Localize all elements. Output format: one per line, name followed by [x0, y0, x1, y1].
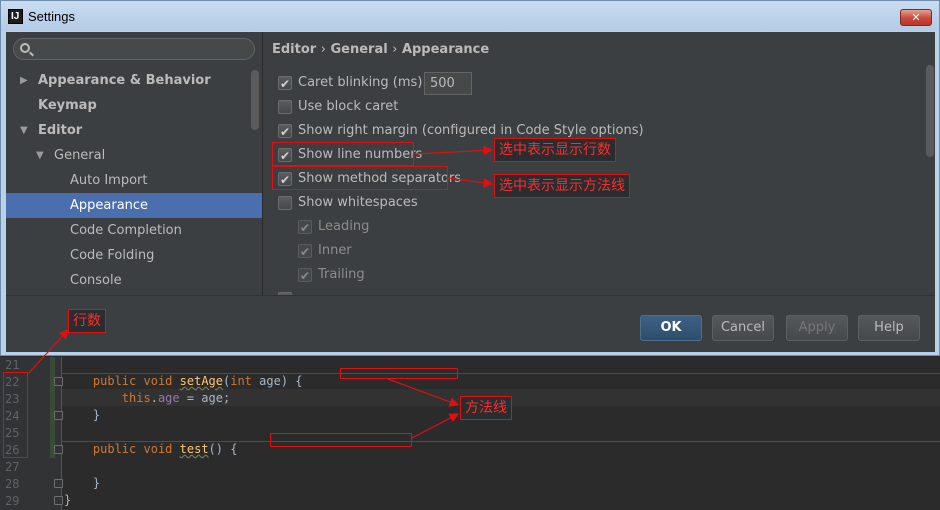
cancel-button[interactable]: Cancel	[712, 315, 774, 341]
whitespaces-label: Show whitespaces	[298, 195, 418, 210]
sidebar-item-appearance[interactable]: Appearance	[6, 193, 262, 218]
sidebar-item-general[interactable]: ▼ General	[6, 143, 262, 168]
line-number: 28	[5, 477, 20, 491]
title-bar[interactable]: IJ Settings ✕	[1, 1, 939, 31]
inner-checkbox[interactable]	[298, 241, 312, 263]
search-icon	[20, 43, 30, 53]
sidebar-scrollbar[interactable]	[251, 70, 259, 130]
highlight-line-numbers-option	[272, 142, 414, 166]
highlight-method-separators-option	[272, 166, 448, 190]
whitespaces-checkbox[interactable]	[278, 196, 292, 210]
apply-button[interactable]: Apply	[786, 315, 848, 341]
intellij-logo-icon: IJ	[8, 9, 23, 24]
note-method-separators: 选中表示显示方法线	[494, 174, 630, 198]
settings-search-input[interactable]	[13, 38, 255, 60]
breadcrumb-editor: Editor	[272, 42, 317, 57]
code-line-22: public void setAge(int age) {	[92, 374, 303, 388]
settings-sidebar: ▶ Appearance & Behavior Keymap ▼ Editor ▼ Gene…	[6, 32, 262, 295]
close-icon: ✕	[911, 11, 921, 24]
help-button[interactable]: Help	[858, 315, 920, 341]
line-number: 29	[5, 494, 20, 508]
note-line-numbers: 选中表示显示行数	[494, 138, 616, 162]
code-line-28: }	[92, 476, 101, 490]
code-editor[interactable]: 21 22 23 24 25 26 27 28 29 public void setAge(in…	[0, 357, 940, 510]
note-rows: 行数	[68, 309, 106, 333]
breadcrumb-appearance: Appearance	[401, 42, 490, 57]
close-button[interactable]: ✕	[900, 9, 932, 26]
code-line-29: }	[64, 493, 72, 507]
options-scrollbar[interactable]	[926, 65, 934, 157]
breadcrumb-separator: ›	[320, 42, 326, 57]
sidebar-item-label: General	[54, 148, 106, 163]
collapsed-arrow-icon[interactable]: ▶	[20, 68, 28, 93]
code-line-26: public void test() {	[92, 442, 238, 456]
breadcrumb-general: General	[330, 42, 388, 57]
note-method-line: 方法线	[460, 396, 512, 420]
trailing-checkbox[interactable]	[298, 265, 312, 287]
fold-open-icon[interactable]	[54, 445, 63, 454]
sidebar-item-label: Code Folding	[70, 248, 155, 263]
expanded-arrow-icon[interactable]: ▼	[20, 118, 28, 143]
sidebar-item-code-folding[interactable]: Code Folding	[6, 243, 262, 268]
sidebar-item-appearance-behavior[interactable]: ▶ Appearance & Behavior	[6, 68, 262, 93]
caret-blinking-label: Caret blinking (ms):	[298, 75, 427, 90]
dialog-button-bar: OK Cancel Apply Help	[6, 295, 935, 352]
settings-dialog: ▶ Appearance & Behavior Keymap ▼ Editor ▼ Gene…	[6, 32, 935, 352]
expanded-arrow-icon[interactable]: ▼	[36, 143, 44, 168]
sidebar-item-label: Auto Import	[70, 173, 148, 188]
breadcrumb-separator: ›	[392, 42, 398, 57]
sidebar-item-keymap[interactable]: Keymap	[6, 93, 262, 118]
right-margin-checkbox[interactable]	[278, 121, 292, 143]
fold-open-icon[interactable]	[54, 377, 63, 386]
line-number: 27	[5, 460, 20, 474]
highlight-separator-1	[340, 368, 458, 379]
settings-window: IJ Settings ✕ ▶ Appearance & Behavior Keym…	[0, 0, 940, 356]
caret-blinking-ms-input[interactable]: 500	[424, 72, 472, 95]
sidebar-item-label: Appearance & Behavior	[38, 73, 211, 88]
leading-label: Leading	[318, 219, 370, 234]
vcs-change-marker[interactable]	[50, 357, 55, 458]
code-line-23: this.age = age;	[121, 391, 231, 405]
fold-close-icon[interactable]	[54, 411, 63, 420]
trailing-label: Trailing	[318, 267, 365, 282]
sidebar-item-label: Console	[70, 273, 122, 288]
highlight-gutter-numbers	[3, 372, 28, 458]
ok-button[interactable]: OK	[640, 315, 702, 341]
sidebar-item-label: Editor	[38, 123, 83, 138]
sidebar-item-label: Appearance	[70, 198, 149, 213]
highlight-separator-2	[270, 433, 412, 447]
fold-close-icon[interactable]	[54, 479, 63, 488]
fold-close-icon[interactable]	[54, 496, 63, 505]
leading-checkbox[interactable]	[298, 217, 312, 239]
window-title: Settings	[28, 9, 75, 24]
block-caret-checkbox[interactable]	[278, 100, 292, 114]
caret-blinking-checkbox[interactable]	[278, 73, 292, 95]
block-caret-label: Use block caret	[298, 99, 399, 114]
sidebar-item-editor[interactable]: ▼ Editor	[6, 118, 262, 143]
breadcrumb: Editor › General › Appearance	[272, 42, 489, 57]
sidebar-item-auto-import[interactable]: Auto Import	[6, 168, 262, 193]
inner-label: Inner	[318, 243, 352, 258]
sidebar-item-console[interactable]: Console	[6, 268, 262, 293]
sidebar-item-label: Keymap	[38, 98, 97, 113]
code-line-24: }	[92, 408, 101, 422]
sidebar-item-label: Code Completion	[70, 223, 182, 238]
sidebar-item-code-completion[interactable]: Code Completion	[6, 218, 262, 243]
